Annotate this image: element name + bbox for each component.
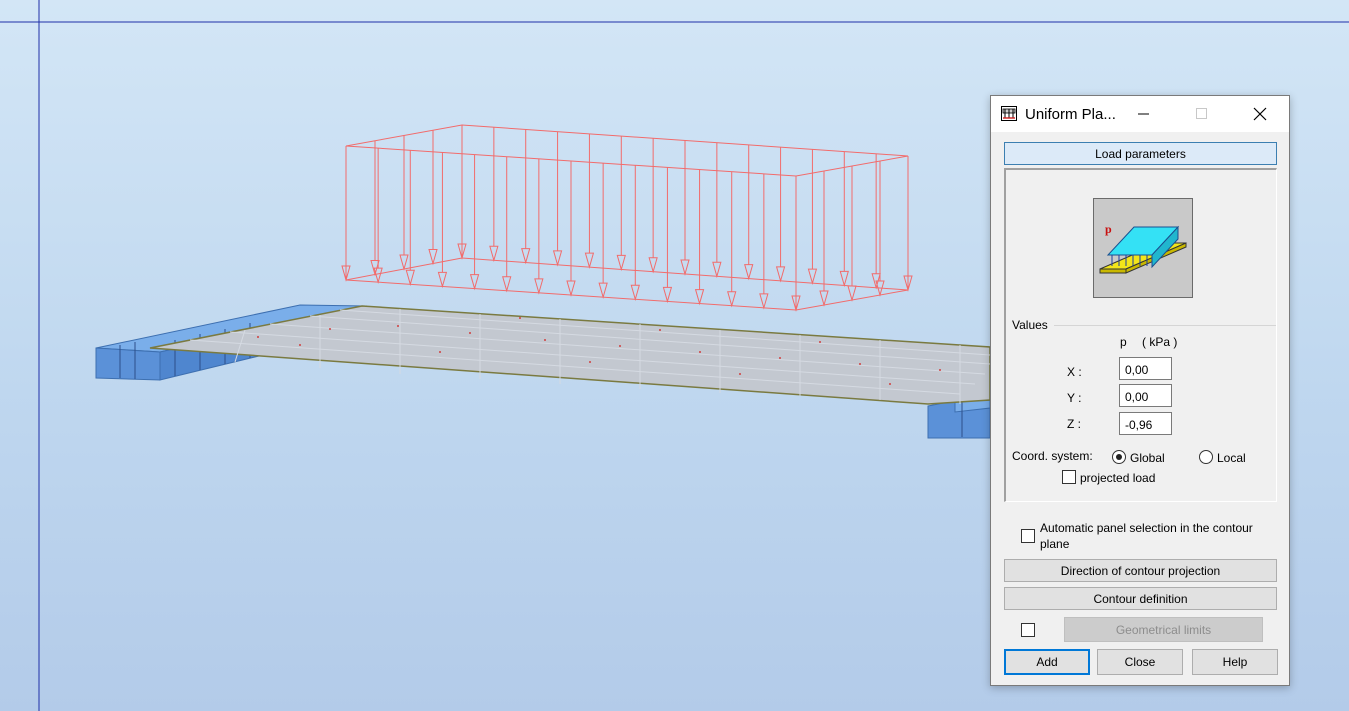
unit-header-unit: ( kPa ) xyxy=(1142,335,1178,349)
y-label: Y : xyxy=(1067,391,1082,405)
contour-definition-button[interactable]: Contour definition xyxy=(1004,587,1277,610)
load-arrow-head xyxy=(616,254,626,272)
load-arrow-head xyxy=(489,245,499,263)
uniform-planar-load-dialog: Uniform Pla... Load parameters p Values … xyxy=(990,95,1290,686)
load-arrow-head xyxy=(694,289,705,306)
minimize-button[interactable] xyxy=(1121,96,1167,132)
z-label: Z : xyxy=(1067,417,1081,431)
load-arrow-head xyxy=(839,270,849,288)
minimize-icon xyxy=(1138,113,1149,115)
maximize-icon xyxy=(1196,108,1207,119)
load-arrow-head xyxy=(584,252,595,269)
load-arrow-head xyxy=(428,249,438,266)
unit-header-symbol: p xyxy=(1120,335,1127,349)
x-value-input[interactable] xyxy=(1119,357,1172,380)
load-arrow-head xyxy=(847,285,857,302)
load-arrow-head xyxy=(399,254,409,271)
direction-of-contour-projection-button[interactable]: Direction of contour projection xyxy=(1004,559,1277,582)
coord-system-label: Coord. system: xyxy=(1012,449,1093,463)
load-arrow-head xyxy=(712,261,722,279)
load-arrow-head xyxy=(437,271,448,289)
load-arrow-head xyxy=(534,278,544,295)
dialog-titlebar[interactable]: Uniform Pla... xyxy=(991,96,1289,132)
load-parameters-panel: p Values p ( kPa ) X : Y : Z : Coord. sy… xyxy=(1004,168,1277,502)
load-preview-image: p xyxy=(1093,198,1193,298)
auto-panel-checkbox[interactable] xyxy=(1021,529,1035,543)
auto-panel-label-line2[interactable]: plane xyxy=(1040,537,1069,551)
load-arrow-head xyxy=(759,293,769,310)
z-value-input[interactable] xyxy=(1119,412,1172,435)
close-window-button[interactable] xyxy=(1237,96,1283,132)
load-arrow-head xyxy=(680,259,690,276)
load-arrow-head xyxy=(405,269,415,287)
projected-load-checkbox[interactable] xyxy=(1062,470,1076,484)
x-label: X : xyxy=(1067,365,1082,379)
uniform-planar-load-icon xyxy=(1001,106,1017,121)
local-radio-label[interactable]: Local xyxy=(1217,451,1246,465)
load-arrow-head xyxy=(521,248,531,265)
planar-load-preview-icon: p xyxy=(1099,222,1187,274)
close-icon xyxy=(1253,107,1267,121)
auto-panel-label-line1[interactable]: Automatic panel selection in the contour xyxy=(1040,521,1253,535)
help-button[interactable]: Help xyxy=(1192,649,1278,675)
load-arrow-head xyxy=(373,267,383,284)
local-radio[interactable] xyxy=(1199,450,1213,464)
close-button[interactable]: Close xyxy=(1097,649,1183,675)
load-arrow-head xyxy=(598,282,608,299)
projected-load-label[interactable]: projected load xyxy=(1080,471,1155,485)
add-button[interactable]: Add xyxy=(1004,649,1090,675)
load-arrow-head xyxy=(727,291,737,308)
load-arrow-head xyxy=(819,290,829,307)
load-arrow-head xyxy=(662,286,673,304)
values-group-line xyxy=(1054,325,1276,326)
global-radio[interactable] xyxy=(1112,450,1126,464)
load-arrow-head xyxy=(807,268,818,285)
load-arrow-head xyxy=(469,274,480,291)
load-arrows xyxy=(341,125,913,312)
load-arrow-head xyxy=(648,257,658,274)
load-arrow-head xyxy=(502,276,512,293)
load-arrow-head xyxy=(566,280,576,297)
load-arrow-head xyxy=(744,264,754,281)
geometrical-limits-button: Geometrical limits xyxy=(1064,617,1263,642)
values-group-label: Values xyxy=(1012,318,1048,332)
load-arrow-head xyxy=(775,266,786,283)
maximize-button xyxy=(1179,96,1225,132)
tab-load-parameters[interactable]: Load parameters xyxy=(1004,142,1277,165)
global-radio-label[interactable]: Global xyxy=(1130,451,1165,465)
load-arrow-head xyxy=(630,284,640,302)
load-arrow-head xyxy=(552,250,563,267)
y-value-input[interactable] xyxy=(1119,384,1172,407)
preview-p-label: p xyxy=(1105,222,1112,236)
geometrical-limits-checkbox[interactable] xyxy=(1021,623,1035,637)
dialog-title: Uniform Pla... xyxy=(1025,106,1116,123)
